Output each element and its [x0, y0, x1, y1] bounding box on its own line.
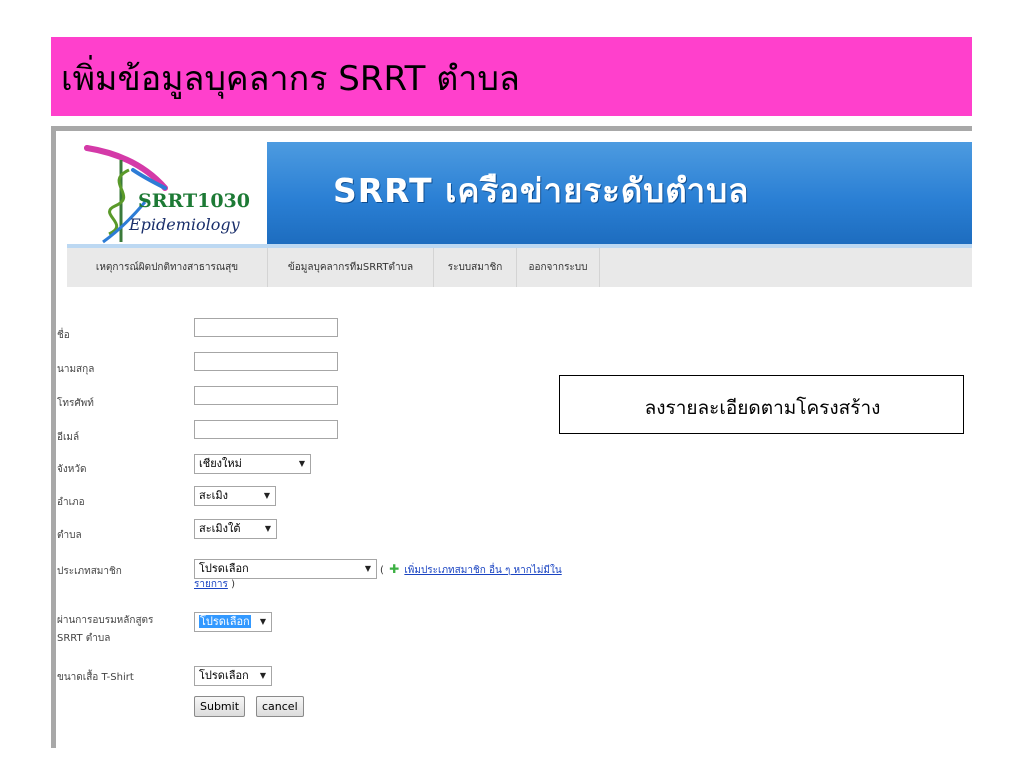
main-nav: เหตุการณ์ผิดปกติทางสาธารณสุข ข้อมูลบุคลา… [67, 248, 972, 287]
province-label: จังหวัด [57, 464, 87, 475]
phone-input[interactable] [194, 386, 338, 405]
training-label-line-2: SRRT ตำบล [57, 633, 111, 644]
banner-title: SRRT เครือข่ายระดับตำบล [333, 171, 750, 210]
training-selected-value: โปรดเลือก [199, 615, 251, 628]
cancel-button[interactable]: cancel [256, 696, 304, 717]
phone-label: โทรศัพท์ [57, 398, 94, 409]
district-selected-value: สะเมิง [199, 489, 229, 502]
training-label-line-1: ผ่านการอบรมหลักสูตร [57, 615, 154, 626]
chevron-down-icon: ▼ [259, 617, 266, 626]
chevron-down-icon: ▼ [364, 564, 371, 573]
callout-box: ลงรายละเอียดตามโครงสร้าง [559, 375, 964, 434]
nav-item-public-health-events[interactable]: เหตุการณ์ผิดปกติทางสาธารณสุข [67, 248, 268, 287]
slide-title-bar: เพิ่มข้อมูลบุคลากร SRRT ตำบล [51, 37, 972, 116]
frame-border-top [51, 126, 972, 131]
submit-button[interactable]: Submit [194, 696, 246, 717]
add-member-type-link[interactable]: เพิ่มประเภทสมาชิก อื่น ๆ หากไม่มีใน [404, 565, 561, 576]
shirt-size-label: ขนาดเสื้อ T-Shirt [57, 672, 134, 683]
nav-item-logout[interactable]: ออกจากระบบ [517, 248, 600, 287]
add-member-type-link-cont[interactable]: รายการ [194, 579, 228, 590]
district-select[interactable]: สะเมิง ▼ [194, 486, 276, 506]
last-name-label: นามสกุล [57, 364, 95, 375]
email-input[interactable] [194, 420, 338, 439]
frame-border-left [51, 126, 56, 748]
last-name-input[interactable] [194, 352, 338, 371]
plus-icon: ✚ [389, 562, 400, 576]
member-type-label: ประเภทสมาชิก [57, 566, 122, 577]
email-label: อีเมล์ [57, 432, 80, 443]
chevron-down-icon: ▼ [298, 459, 305, 468]
first-name-input[interactable] [194, 318, 338, 337]
member-type-selected-value: โปรดเลือก [199, 562, 249, 575]
nav-item-srrt-personnel[interactable]: ข้อมูลบุคลากรทีมSRRTตำบล [268, 248, 434, 287]
shirt-size-select[interactable]: โปรดเลือก ▼ [194, 666, 272, 686]
subdistrict-label: ตำบล [57, 530, 82, 541]
logo-subtitle: Epidemiology [129, 215, 240, 234]
site-banner: SRRT1030 Epidemiology SRRT เครือข่ายระดั… [67, 142, 972, 248]
province-selected-value: เชียงใหม่ [199, 457, 242, 470]
logo-area: SRRT1030 Epidemiology [67, 142, 267, 248]
training-label: ผ่านการอบรมหลักสูตร SRRT ตำบล [57, 613, 153, 646]
member-type-select[interactable]: โปรดเลือก ▼ [194, 559, 377, 579]
member-type-note: ( ✚ เพิ่มประเภทสมาชิก อื่น ๆ หากไม่มีใน [380, 562, 562, 578]
note-open-paren: ( [380, 565, 384, 576]
first-name-label: ชื่อ [57, 330, 70, 341]
slide-title: เพิ่มข้อมูลบุคลากร SRRT ตำบล [61, 59, 520, 99]
chevron-down-icon: ▼ [264, 524, 271, 533]
chevron-down-icon: ▼ [259, 671, 266, 680]
subdistrict-select[interactable]: สะเมิงใต้ ▼ [194, 519, 277, 539]
nav-item-member-system[interactable]: ระบบสมาชิก [434, 248, 517, 287]
subdistrict-selected-value: สะเมิงใต้ [199, 522, 241, 535]
district-label: อำเภอ [57, 497, 85, 508]
training-select[interactable]: โปรดเลือก ▼ [194, 612, 272, 632]
logo-name: SRRT1030 [138, 190, 250, 212]
member-type-note-line-2: รายการ ) [194, 577, 235, 592]
shirt-size-selected-value: โปรดเลือก [199, 669, 249, 682]
callout-text: ลงรายละเอียดตามโครงสร้าง [644, 397, 881, 419]
note-close-paren: ) [231, 579, 235, 590]
chevron-down-icon: ▼ [263, 491, 270, 500]
screenshot-frame: SRRT1030 Epidemiology SRRT เครือข่ายระดั… [51, 126, 972, 748]
province-select[interactable]: เชียงใหม่ ▼ [194, 454, 311, 474]
